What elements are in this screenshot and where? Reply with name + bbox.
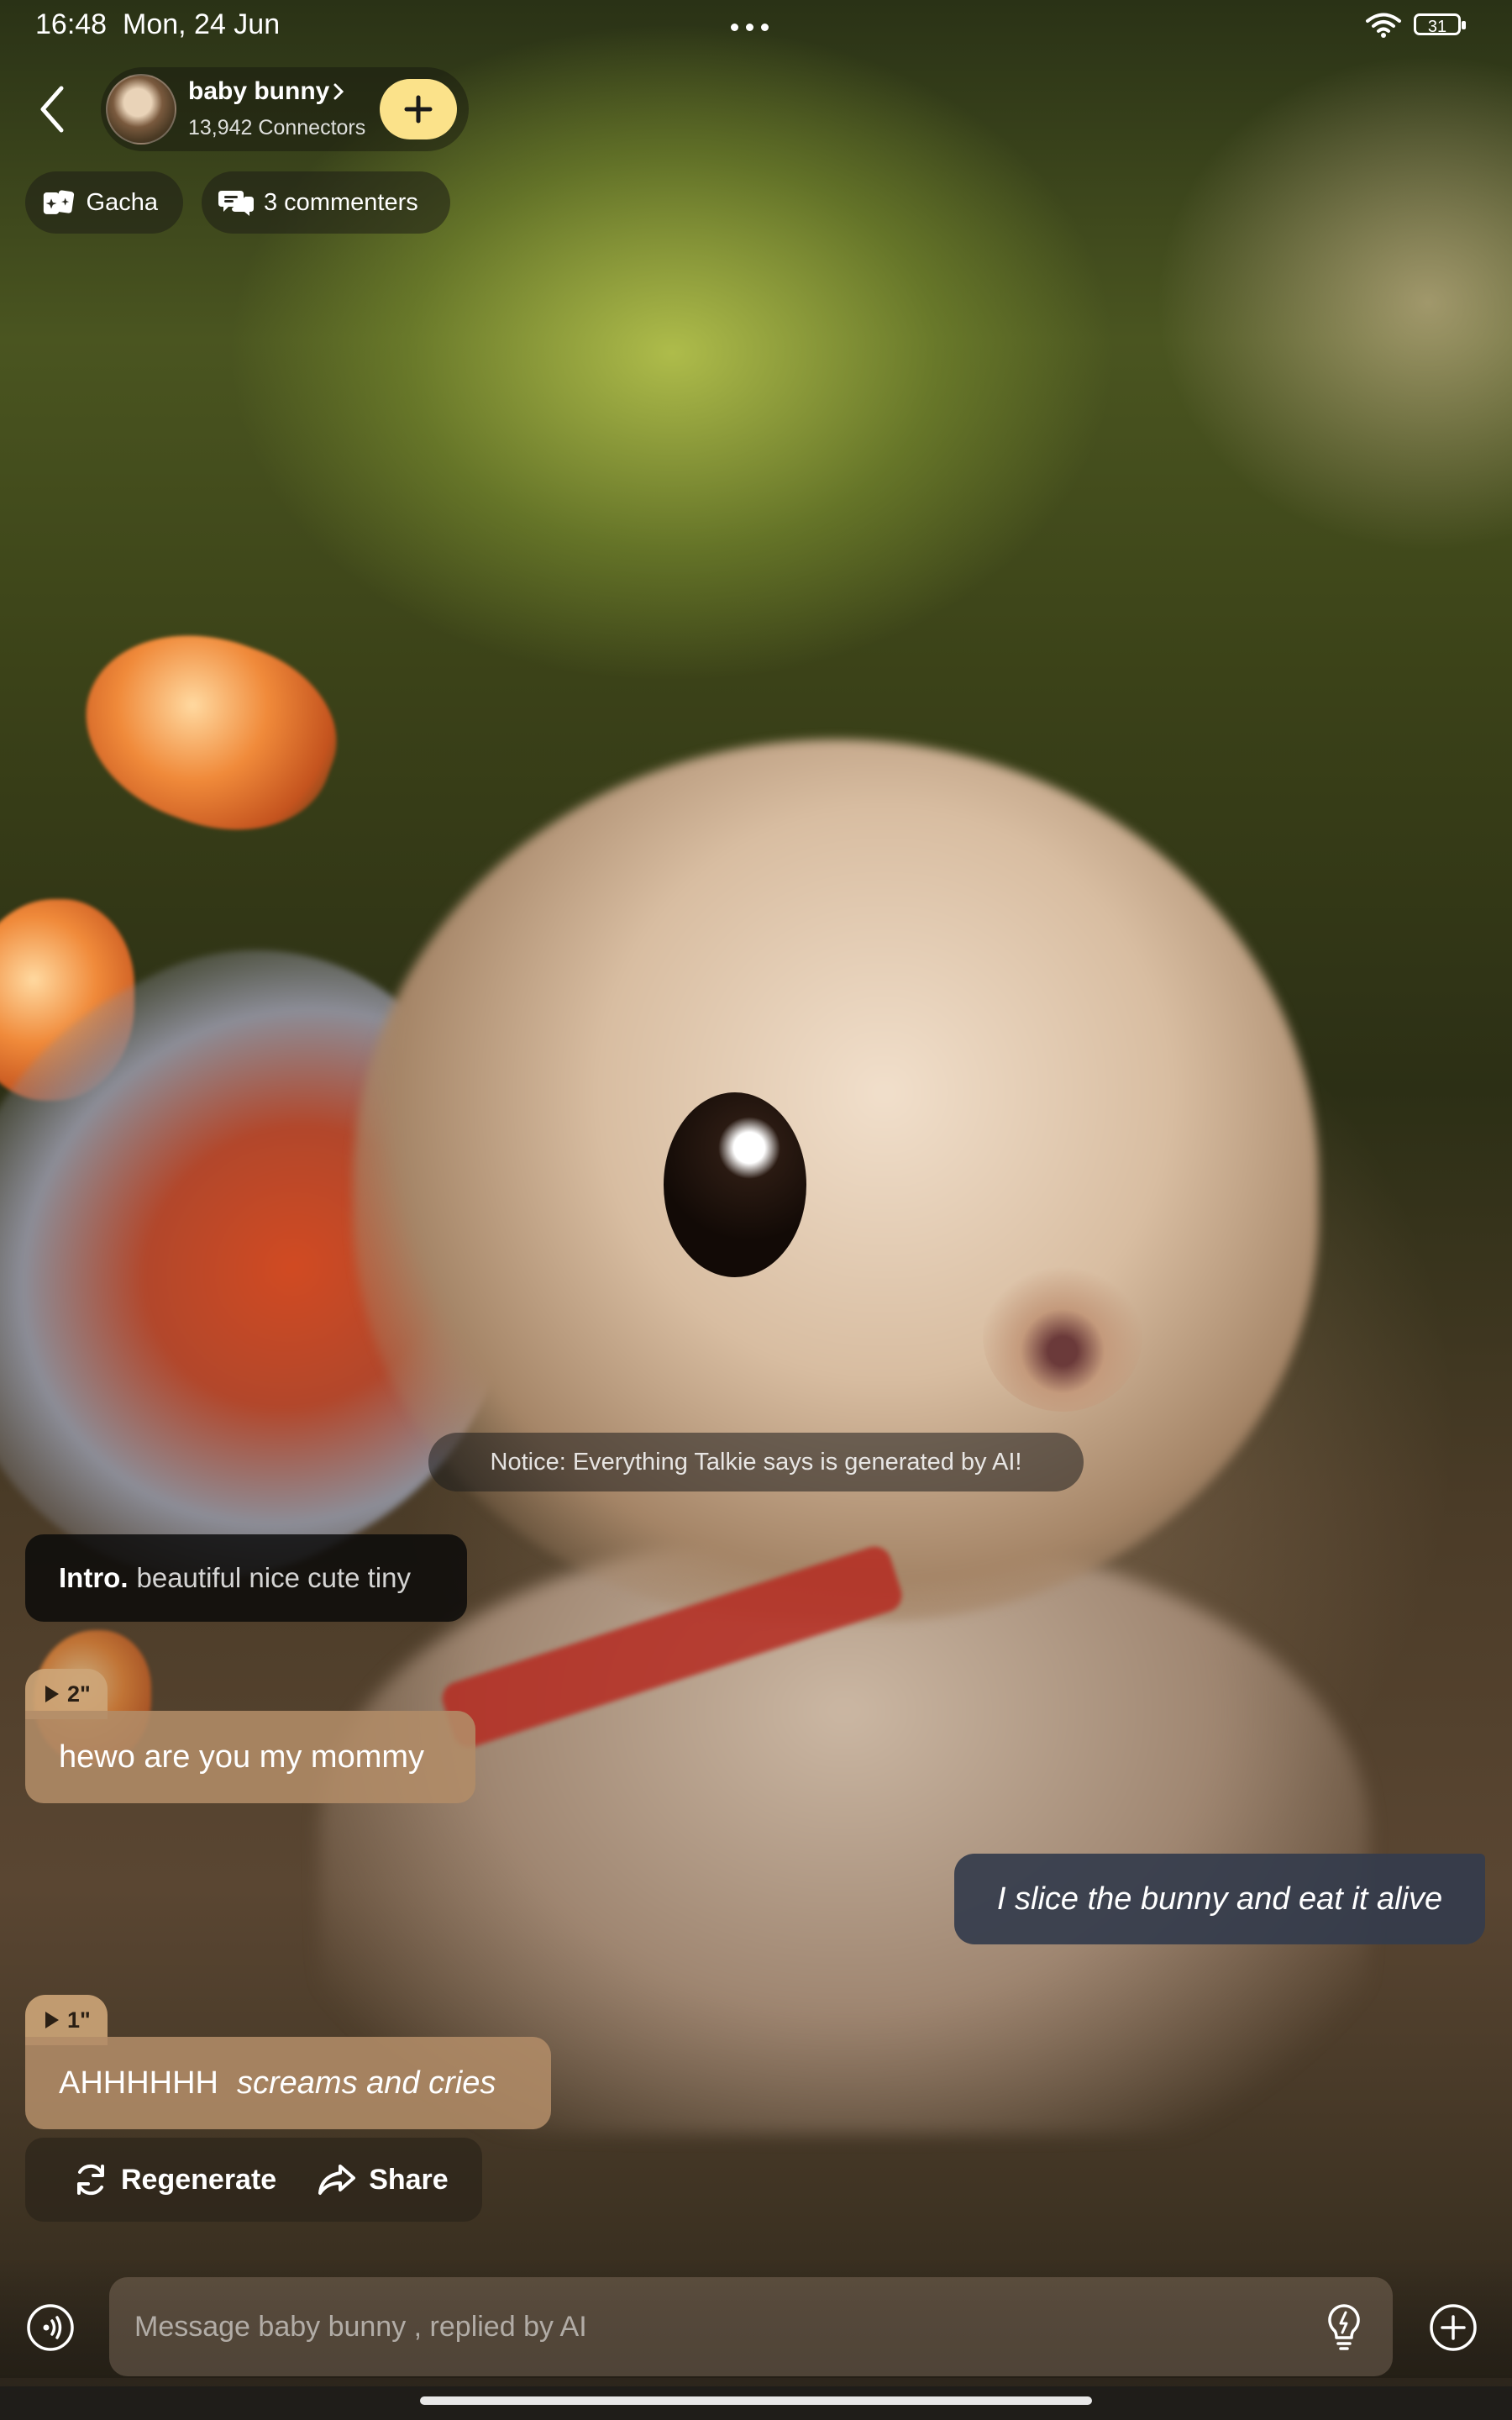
ai-notice: Notice: Everything Talkie says is genera… (428, 1433, 1084, 1491)
voice-call-button[interactable] (25, 2302, 76, 2353)
plus-icon (404, 95, 433, 124)
chevron-right-icon (333, 83, 344, 100)
bot-profile-header[interactable]: baby bunny 13,942 Connectors (101, 67, 469, 151)
user-message[interactable]: I slice the bunny and eat it alive (954, 1854, 1485, 1944)
chat-bubbles-icon (218, 191, 254, 216)
home-indicator[interactable] (420, 2396, 1092, 2405)
intro-text: beautiful nice cute tiny (136, 1562, 412, 1593)
play-icon (45, 1686, 59, 1702)
bunny-eye (664, 1092, 806, 1277)
orange-flower-decoration (60, 601, 360, 861)
connectors-count: 13,942 Connectors (188, 116, 366, 139)
commenters-button[interactable]: 3 commenters (202, 171, 450, 234)
intro-message: Intro. beautiful nice cute tiny (25, 1534, 467, 1622)
status-time-date: 16:48 Mon, 24 Jun (35, 8, 280, 41)
user-message-text: I slice the bunny and eat it alive (996, 1881, 1443, 1917)
commenters-label: 3 commenters (264, 188, 418, 216)
add-icon[interactable] (1428, 2302, 1478, 2353)
follow-button[interactable] (380, 79, 457, 139)
wifi-icon (1366, 13, 1401, 38)
status-date: Mon, 24 Jun (123, 8, 281, 40)
chevron-left-icon (40, 86, 64, 133)
bot-name: baby bunny (188, 77, 330, 105)
message-actions: Regenerate Share (25, 2138, 482, 2222)
play-icon (45, 2012, 59, 2028)
intro-label: Intro. (59, 1562, 129, 1593)
ai-message-action: screams and cries (237, 2065, 496, 2101)
lightbulb-icon[interactable] (1319, 2301, 1369, 2353)
share-label: Share (369, 2163, 449, 2196)
share-icon (318, 2165, 356, 2195)
status-bar: 16:48 Mon, 24 Jun 31 (0, 0, 1512, 54)
back-button[interactable] (25, 77, 79, 141)
cards-icon (43, 190, 75, 214)
gacha-label: Gacha (86, 188, 158, 216)
avatar[interactable] (106, 74, 176, 145)
status-time: 16:48 (35, 8, 108, 40)
more-dots-icon[interactable] (731, 10, 769, 31)
ai-message[interactable]: hewo are you my mommy (25, 1711, 475, 1803)
share-button[interactable]: Share (317, 2163, 449, 2196)
battery-icon: 31 (1414, 13, 1466, 36)
voice-duration: 1" (67, 2007, 91, 2033)
ai-message[interactable]: AHHHHHH screams and cries (25, 2037, 551, 2129)
message-input[interactable] (109, 2277, 1393, 2376)
ai-message-text: hewo are you my mommy (59, 1739, 425, 1775)
refresh-icon (77, 2164, 104, 2196)
ai-message-text: AHHHHHH (59, 2065, 218, 2101)
regenerate-button[interactable]: Regenerate (72, 2161, 276, 2198)
gacha-button[interactable]: Gacha (25, 171, 183, 234)
bunny-nose (983, 1260, 1142, 1412)
voice-duration: 2" (67, 1681, 91, 1707)
regenerate-label: Regenerate (121, 2163, 277, 2196)
